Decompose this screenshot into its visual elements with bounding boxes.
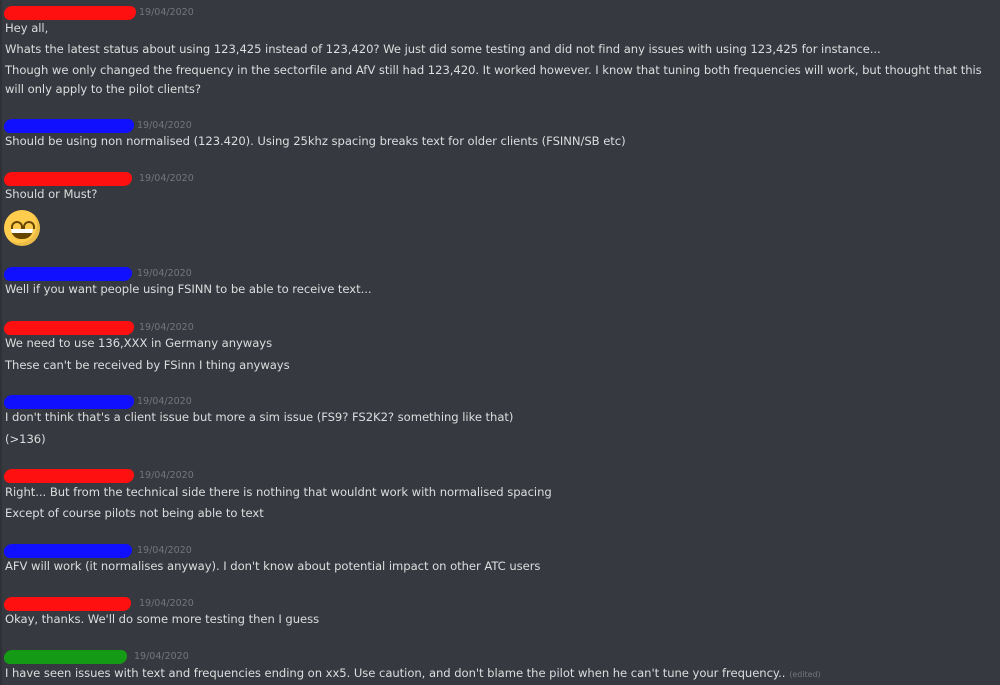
message-timestamp[interactable]: 19/04/2020 bbox=[137, 396, 192, 407]
message-header: 19/04/2020 bbox=[0, 117, 240, 133]
message-header: 19/04/2020 bbox=[0, 319, 240, 335]
message-text: Whats the latest status about using 123,… bbox=[5, 42, 881, 56]
message-header: 19/04/2020 bbox=[0, 265, 240, 281]
message-timestamp[interactable]: 19/04/2020 bbox=[139, 173, 194, 184]
redacted-username[interactable] bbox=[3, 597, 132, 611]
message-text: Except of course pilots not being able t… bbox=[5, 506, 264, 520]
message-timestamp[interactable]: 19/04/2020 bbox=[139, 470, 194, 481]
grinning-face-with-smiling-eyes-icon[interactable] bbox=[4, 210, 40, 246]
message-timestamp[interactable]: 19/04/2020 bbox=[139, 7, 194, 18]
message-text: These can't be received by FSinn I thing… bbox=[5, 358, 290, 372]
message-text-content: I have seen issues with text and frequen… bbox=[5, 666, 786, 680]
message-text: AFV will work (it normalises anyway). I … bbox=[5, 559, 541, 573]
message-text: Though we only changed the frequency in … bbox=[5, 63, 982, 96]
redacted-username[interactable] bbox=[3, 267, 133, 281]
message-text: (>136) bbox=[5, 432, 46, 446]
redacted-username[interactable] bbox=[3, 119, 135, 133]
message-timestamp[interactable]: 19/04/2020 bbox=[137, 268, 192, 279]
redacted-username[interactable] bbox=[3, 650, 128, 664]
message-header: 19/04/2020 bbox=[0, 648, 240, 664]
message-text: Hey all, bbox=[5, 21, 49, 35]
redacted-username[interactable] bbox=[3, 6, 137, 20]
message-text: I don't think that's a client issue but … bbox=[5, 410, 514, 424]
message-header: 19/04/2020 bbox=[0, 170, 240, 186]
message-text: We need to use 136,XXX in Germany anyway… bbox=[5, 336, 273, 350]
message-text: Right... But from the technical side the… bbox=[5, 485, 552, 499]
redacted-username[interactable] bbox=[3, 172, 133, 186]
message-text: Well if you want people using FSINN to b… bbox=[5, 282, 372, 296]
redacted-username[interactable] bbox=[3, 395, 135, 409]
message-timestamp[interactable]: 19/04/2020 bbox=[139, 598, 194, 609]
redacted-username[interactable] bbox=[3, 469, 135, 483]
redacted-username[interactable] bbox=[3, 544, 133, 558]
message-header: 19/04/2020 bbox=[0, 467, 240, 483]
message-text: Okay, thanks. We'll do some more testing… bbox=[5, 612, 320, 626]
message-timestamp[interactable]: 19/04/2020 bbox=[137, 545, 192, 556]
message-header: 19/04/2020 bbox=[0, 542, 240, 558]
message-header: 19/04/2020 bbox=[0, 4, 240, 20]
message-text: Should be using non normalised (123.420)… bbox=[5, 134, 626, 148]
message-timestamp[interactable]: 19/04/2020 bbox=[139, 322, 194, 333]
redacted-username[interactable] bbox=[3, 321, 135, 335]
message-header: 19/04/2020 bbox=[0, 393, 240, 409]
message-timestamp[interactable]: 19/04/2020 bbox=[137, 120, 192, 131]
message-header: 19/04/2020 bbox=[0, 595, 240, 611]
message-text: I have seen issues with text and frequen… bbox=[5, 664, 821, 684]
edited-label[interactable]: (edited) bbox=[789, 670, 820, 679]
message-timestamp[interactable]: 19/04/2020 bbox=[134, 651, 189, 662]
message-text: Should or Must? bbox=[5, 187, 98, 201]
channel-left-edge bbox=[0, 0, 2, 685]
